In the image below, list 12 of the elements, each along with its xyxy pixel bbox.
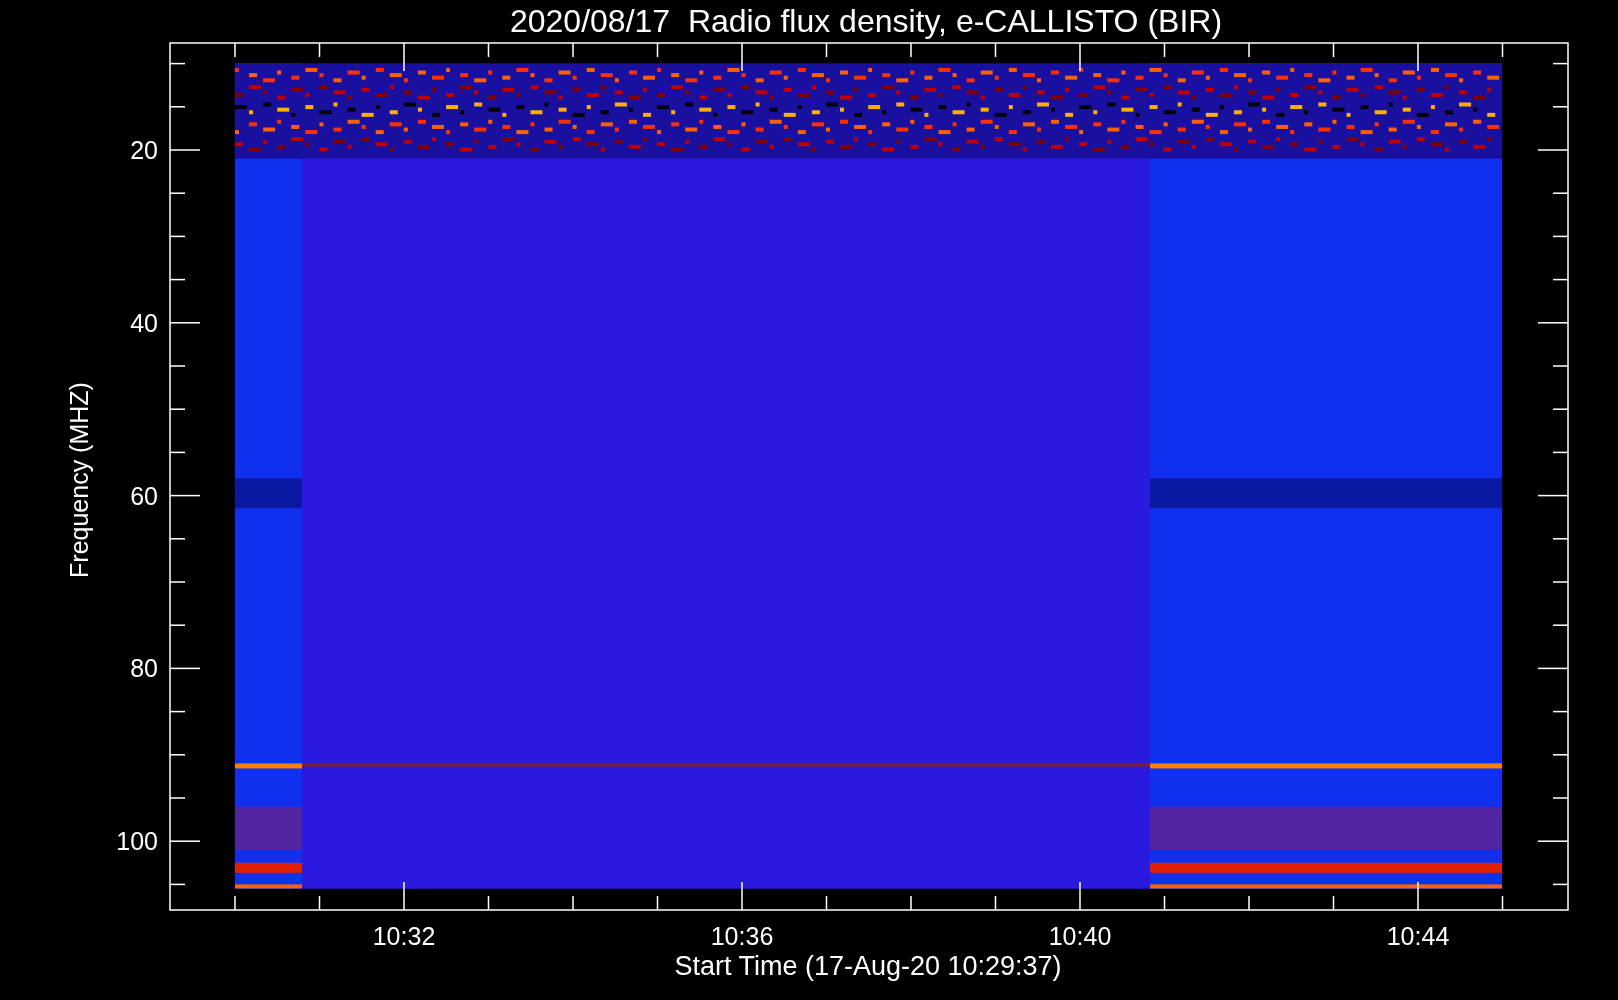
x-tick-label: 10:36 bbox=[710, 922, 774, 950]
y-tick-label: 100 bbox=[116, 827, 158, 856]
y-tick-label: 80 bbox=[130, 654, 158, 683]
y-tick-label: 20 bbox=[130, 136, 158, 164]
y-axis-label: Frequency (MHZ) bbox=[65, 382, 93, 578]
x-axis-label: Start Time (17-Aug-20 10:29:37) bbox=[674, 951, 1062, 981]
chart-title: 2020/08/17 Radio flux density, e-CALLISTO (BIR) bbox=[509, 3, 1223, 39]
x-tick-label: 10:32 bbox=[372, 922, 436, 950]
y-tick-label: 40 bbox=[130, 308, 158, 337]
x-tick-label: 10:40 bbox=[1048, 922, 1112, 950]
y-tick-label: 60 bbox=[130, 481, 158, 510]
x-tick-label: 10:44 bbox=[1386, 922, 1450, 950]
